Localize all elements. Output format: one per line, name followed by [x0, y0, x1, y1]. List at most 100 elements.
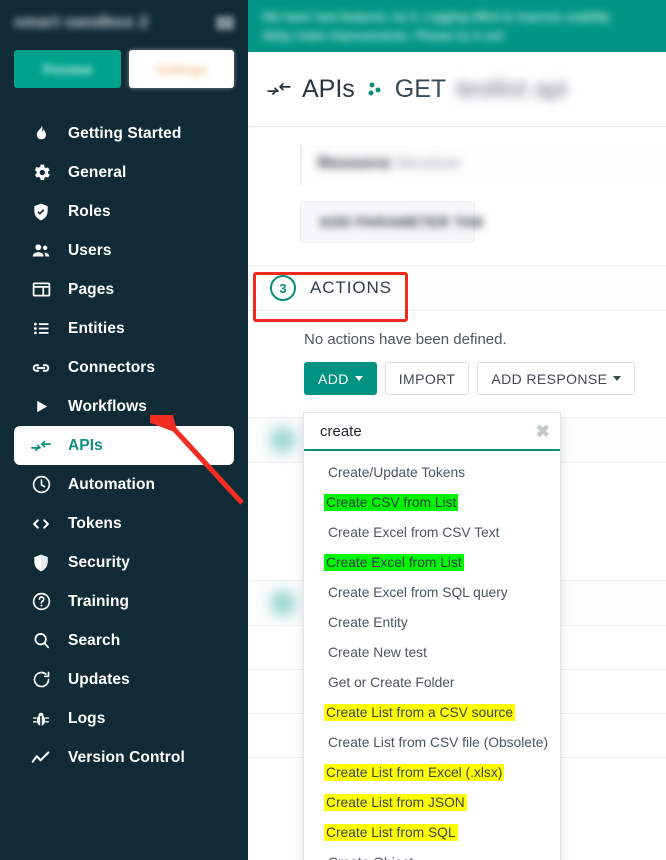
sidebar-item-workflows[interactable]: Workflows: [14, 387, 234, 426]
add-response-button[interactable]: ADD RESPONSE: [477, 362, 636, 395]
sidebar-item-automation[interactable]: Automation: [14, 465, 234, 504]
add-response-button-label: ADD RESPONSE: [491, 370, 608, 387]
brand-row: smart sandbox 2: [0, 0, 248, 46]
sidebar-item-logs[interactable]: Logs: [14, 699, 234, 738]
dropdown-item-label: Create Excel from CSV Text: [328, 524, 500, 540]
api-arrows-icon: [266, 76, 292, 102]
sidebar-item-label: Logs: [68, 709, 106, 727]
sidebar-item-getting-started[interactable]: Getting Started: [14, 114, 234, 153]
flame-icon: [30, 123, 52, 145]
menu-icon[interactable]: [216, 16, 234, 30]
brand-title: smart sandbox 2: [14, 14, 149, 31]
bug-icon: [30, 708, 52, 730]
sidebar-item-entities[interactable]: Entities: [14, 309, 234, 348]
add-button[interactable]: ADD: [304, 362, 377, 395]
preview-button[interactable]: Preview: [14, 50, 121, 88]
sidebar-item-label: Version Control: [68, 748, 185, 766]
dropdown-item[interactable]: Create Object: [304, 847, 560, 860]
sidebar-item-label: Entities: [68, 319, 125, 337]
chevron-down-icon: [354, 376, 363, 381]
chart-line-icon: [30, 747, 52, 769]
sidebar-item-label: Users: [68, 241, 112, 259]
dropdown-item-label: Create List from a CSV source: [324, 703, 516, 721]
sidebar-item-security[interactable]: Security: [14, 543, 234, 582]
sidebar-item-label: Pages: [68, 280, 115, 298]
sidebar-item-version-control[interactable]: Version Control: [14, 738, 234, 777]
dropdown-item-label: Create Excel from List: [324, 553, 464, 571]
endpoint-name: testlist api: [456, 74, 568, 103]
page-header: APIs GET testlist api: [248, 52, 666, 127]
dropdown-item-label: Create New test: [328, 644, 427, 660]
settings-button-label: Settings: [155, 61, 208, 77]
code-icon: [30, 513, 52, 535]
resource-row: Resource Structure: [318, 155, 666, 173]
sidebar-item-general[interactable]: General: [14, 153, 234, 192]
sidebar-item-tokens[interactable]: Tokens: [14, 504, 234, 543]
settings-button[interactable]: Settings: [128, 50, 234, 88]
page-title: APIs: [302, 74, 355, 103]
dropdown-item[interactable]: Create List from JSON: [304, 787, 560, 817]
dropdown-item[interactable]: Create List from CSV file (Obsolete): [304, 727, 560, 757]
api-arrows-icon: [30, 435, 52, 457]
sidebar-item-label: Tokens: [68, 514, 122, 532]
play-icon: [30, 396, 52, 418]
dropdown-search-row: ✖: [304, 413, 560, 451]
sidebar-item-connectors[interactable]: Connectors: [14, 348, 234, 387]
banner-line-1: We have new features, try it, Logging ef…: [262, 10, 611, 24]
close-icon[interactable]: ✖: [528, 423, 550, 440]
dropdown-item[interactable]: Create List from Excel (.xlsx): [304, 757, 560, 787]
dropdown-item-label: Create Object: [326, 854, 415, 860]
security-shield-icon: [30, 552, 52, 574]
dropdown-item-label: Create CSV from List: [324, 493, 459, 511]
clock-icon: [30, 474, 52, 496]
sidebar-item-pages[interactable]: Pages: [14, 270, 234, 309]
sidebar-item-label: General: [68, 163, 127, 181]
dropdown-item-label: Create Excel from SQL query: [328, 584, 508, 600]
dropdown-item[interactable]: Create Entity: [304, 607, 560, 637]
dropdown-item[interactable]: Get or Create Folder: [304, 667, 560, 697]
sidebar-item-search[interactable]: Search: [14, 621, 234, 660]
http-method-label: GET: [394, 74, 447, 103]
section-badge: [270, 590, 296, 616]
dropdown-item[interactable]: Create Excel from CSV Text: [304, 517, 560, 547]
dropdown-item-label: Create List from Excel (.xlsx): [324, 763, 505, 781]
empty-state-message: No actions have been defined.: [304, 331, 507, 348]
sidebar-item-roles[interactable]: Roles: [14, 192, 234, 231]
dropdown-item[interactable]: Create List from SQL: [304, 817, 560, 847]
sidebar-item-label: Getting Started: [68, 124, 182, 142]
dropdown-item[interactable]: Create Excel from SQL query: [304, 577, 560, 607]
dropdown-item[interactable]: Create New test: [304, 637, 560, 667]
sidebar-nav: Getting Started General Roles Users Page…: [0, 114, 248, 777]
add-parameter-tab-button[interactable]: ADD PARAMETER TAB: [300, 201, 483, 243]
sidebar-item-apis[interactable]: APIs: [14, 426, 234, 465]
import-button[interactable]: IMPORT: [384, 362, 470, 395]
sidebar-item-label: Training: [68, 592, 130, 610]
dropdown-item[interactable]: Create List from a CSV source: [304, 697, 560, 727]
shield-check-icon: [30, 201, 52, 223]
section-title: ACTIONS: [310, 278, 392, 297]
layout-icon: [30, 279, 52, 301]
preview-button-label: Preview: [42, 61, 93, 77]
section-badge: 3: [270, 275, 296, 301]
dots-icon: [365, 78, 385, 100]
dropdown-item-label: Create/Update Tokens: [328, 464, 466, 480]
users-icon: [30, 240, 52, 262]
actions-section-header: 3 ACTIONS: [248, 265, 666, 311]
sidebar-item-updates[interactable]: Updates: [14, 660, 234, 699]
gear-icon: [30, 162, 52, 184]
sidebar-item-users[interactable]: Users: [14, 231, 234, 270]
app-root: smart sandbox 2 Preview Settings Getting…: [0, 0, 666, 860]
refresh-icon: [30, 669, 52, 691]
dropdown-item[interactable]: Create CSV from List: [304, 487, 560, 517]
dropdown-list: Create/Update Tokens Create CSV from Lis…: [304, 451, 560, 860]
dropdown-item-label: Get or Create Folder: [328, 674, 455, 690]
search-icon: [30, 630, 52, 652]
dropdown-item-label: Create Entity: [328, 614, 408, 630]
chevron-down-icon: [613, 376, 622, 381]
dropdown-item[interactable]: Create/Update Tokens: [304, 457, 560, 487]
list-icon: [30, 318, 52, 340]
sidebar-item-training[interactable]: Training: [14, 582, 234, 621]
sidebar-item-label: APIs: [68, 436, 103, 454]
dropdown-item[interactable]: Create Excel from List: [304, 547, 560, 577]
search-input[interactable]: [320, 422, 528, 440]
